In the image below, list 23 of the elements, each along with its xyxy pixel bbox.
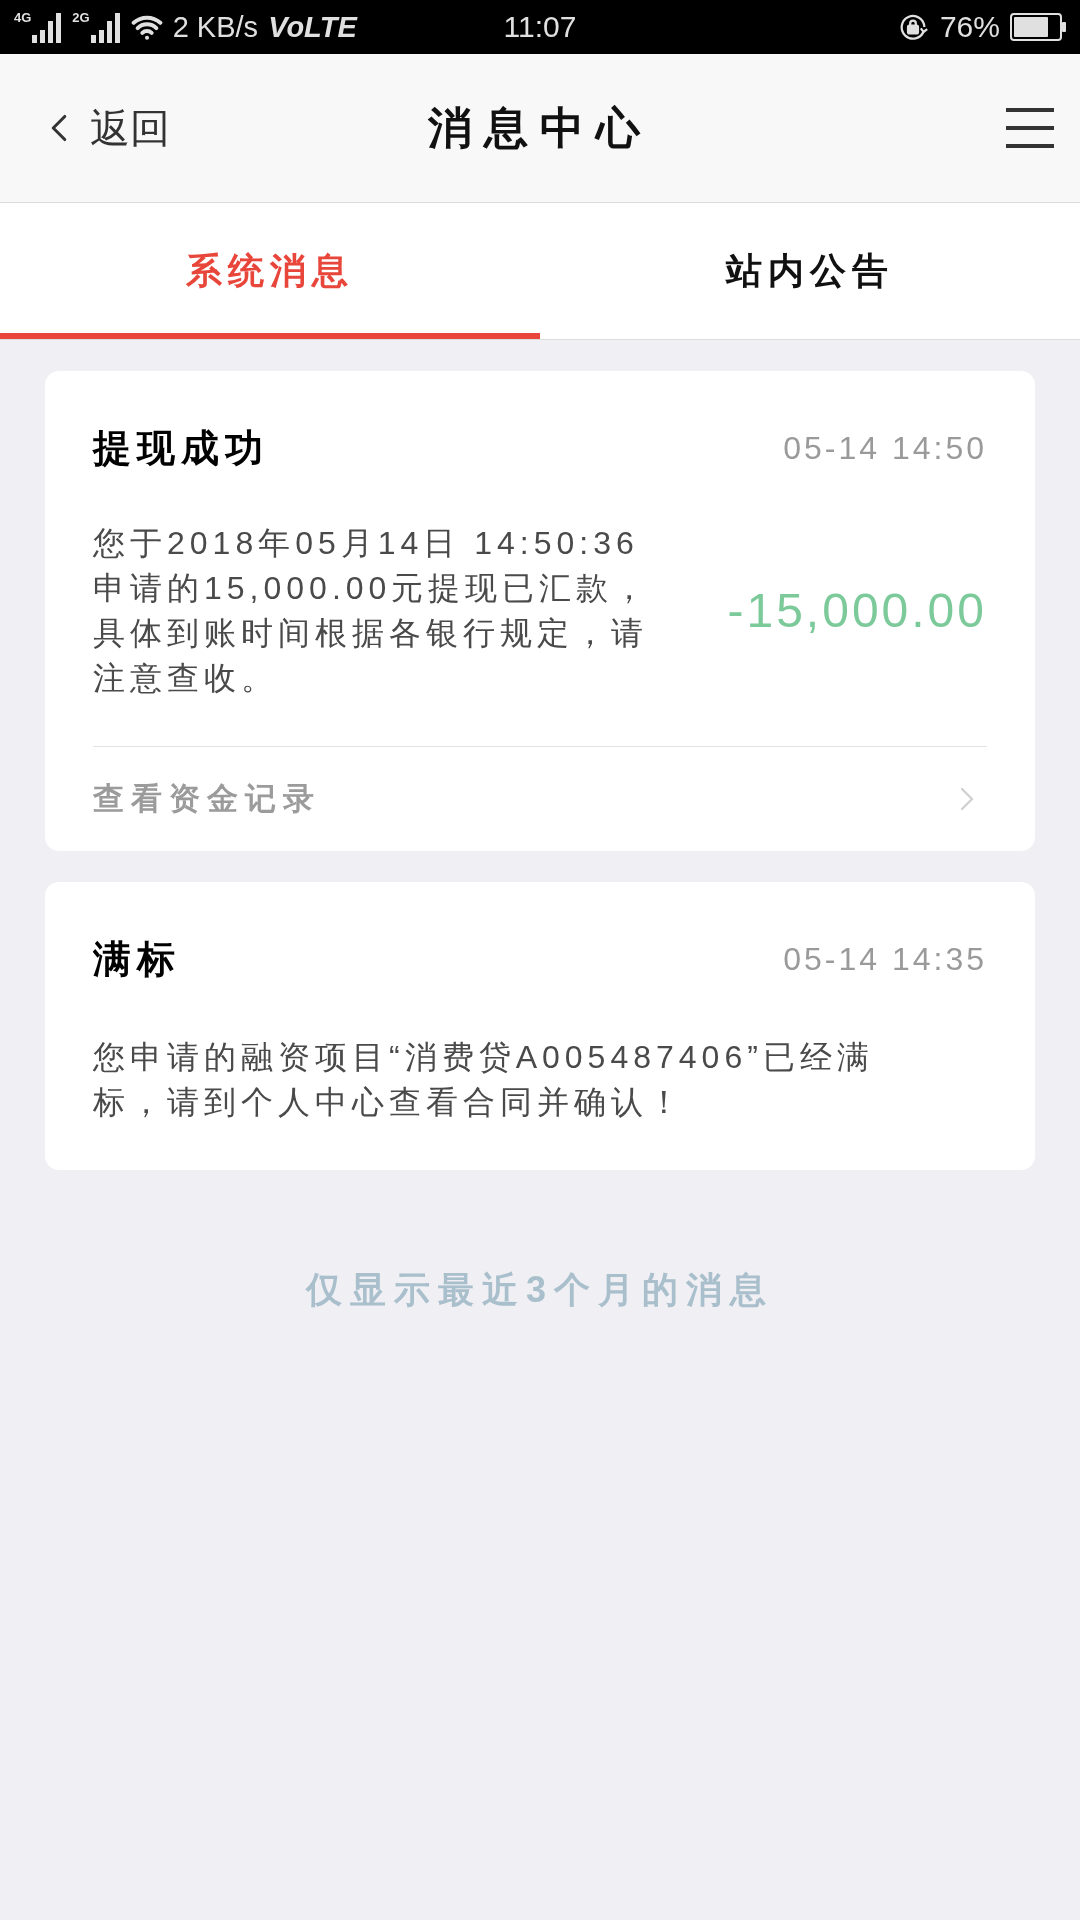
message-title: 提现成功 bbox=[93, 426, 269, 471]
battery-icon bbox=[1010, 13, 1066, 41]
network-label: 2G bbox=[72, 11, 90, 25]
message-title: 满标 bbox=[93, 937, 181, 982]
menu-icon bbox=[1006, 108, 1054, 148]
message-body: 您申请的融资项目“消费贷A005487406”已经满标，请到个人中心查看合同并确认！ bbox=[93, 1038, 875, 1122]
signal-icon bbox=[32, 13, 63, 43]
back-button[interactable]: 返回 bbox=[36, 104, 170, 152]
network-label: 4G bbox=[14, 11, 32, 25]
tab[interactable]: 站内公告 bbox=[540, 203, 1080, 339]
footer-note: 仅显示最近3个月的消息 bbox=[306, 1268, 774, 1312]
message-body: 您于2018年05月14日 14:50:36 申请的15,000.00元提现已汇款，具体到账时间根据各银行规定，请注意查收。 bbox=[93, 524, 652, 698]
page-title: 消息中心 bbox=[428, 102, 652, 154]
battery-percent: 76% bbox=[939, 10, 1000, 44]
clock-time: 11:07 bbox=[503, 10, 577, 44]
signal-icon bbox=[90, 13, 121, 43]
volte-label: VoLTE bbox=[268, 10, 357, 44]
tab[interactable]: 系统消息 bbox=[0, 203, 540, 339]
network-speed: 2 KB/s bbox=[172, 10, 259, 44]
message-time: 05-14 14:50 bbox=[783, 429, 987, 467]
withdrawal-amount: -15,000.00 bbox=[727, 583, 987, 639]
message-time: 05-14 14:35 bbox=[783, 940, 987, 978]
menu-button[interactable] bbox=[1006, 108, 1054, 148]
